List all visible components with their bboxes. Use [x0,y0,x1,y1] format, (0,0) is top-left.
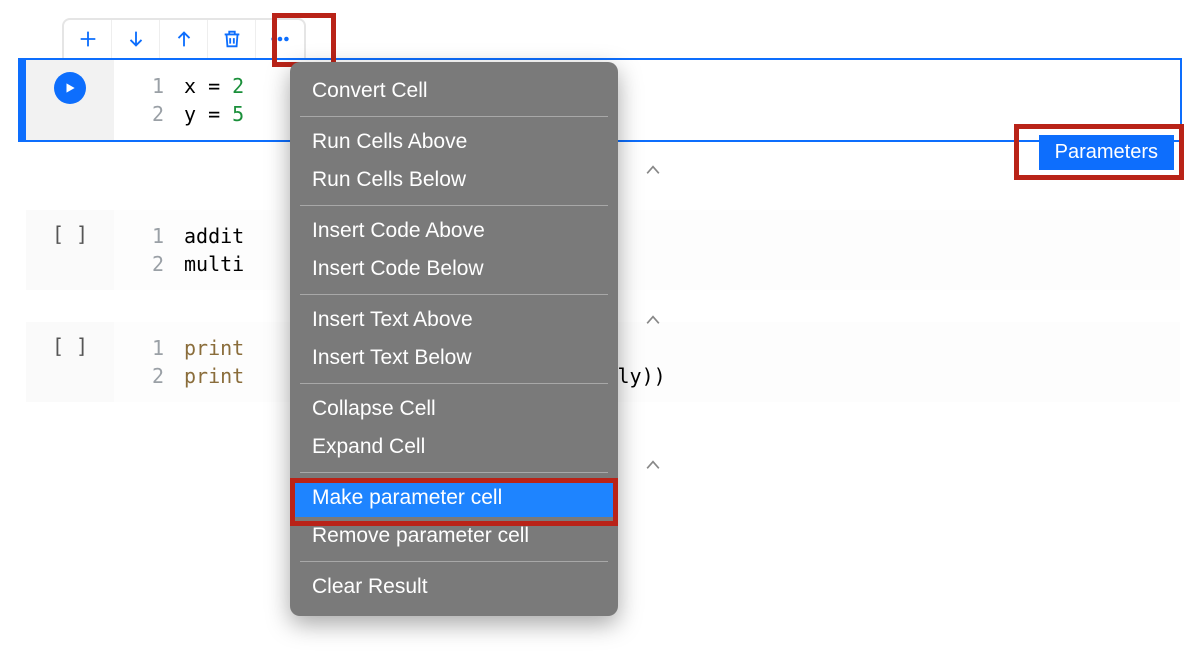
move-up-button[interactable] [160,20,208,58]
menu-item-insert-code-below[interactable]: Insert Code Below [290,250,618,288]
menu-item-insert-code-above[interactable]: Insert Code Above [290,212,618,250]
cell-toolbar [62,18,306,58]
line-number: 2 [114,100,164,128]
menu-item-convert-cell[interactable]: Convert Cell [290,72,618,110]
chevron-up-icon[interactable] [638,455,668,475]
menu-item-make-parameter-cell[interactable]: Make parameter cell [290,479,618,517]
line-number-gutter: 1 2 [114,322,164,402]
line-number: 2 [114,250,164,278]
menu-separator [300,116,608,117]
parameters-badge: Parameters [1039,135,1174,170]
cell-gutter: [ ] [26,322,114,402]
more-actions-button[interactable] [256,20,304,58]
menu-item-run-above[interactable]: Run Cells Above [290,123,618,161]
arrow-up-icon [173,28,195,50]
cell-gutter: [ ] [26,210,114,290]
menu-item-remove-parameter-cell[interactable]: Remove parameter cell [290,517,618,555]
menu-separator [300,383,608,384]
chevron-up-icon[interactable] [638,160,668,180]
delete-cell-button[interactable] [208,20,256,58]
cell-gutter [26,60,114,140]
menu-item-expand-cell[interactable]: Expand Cell [290,428,618,466]
menu-item-insert-text-above[interactable]: Insert Text Above [290,301,618,339]
menu-separator [300,472,608,473]
menu-separator [300,561,608,562]
execution-bracket: [ ] [52,334,88,358]
line-number-gutter: 1 2 [114,60,164,140]
trash-icon [221,28,243,50]
ellipsis-icon [267,28,293,50]
plus-icon [77,28,99,50]
cell-context-menu: Convert Cell Run Cells Above Run Cells B… [290,62,618,616]
chevron-up-icon[interactable] [638,310,668,330]
menu-item-run-below[interactable]: Run Cells Below [290,161,618,199]
menu-item-clear-result[interactable]: Clear Result [290,568,618,606]
play-icon [63,81,77,95]
line-number: 1 [114,222,164,250]
add-cell-button[interactable] [64,20,112,58]
execution-bracket: [ ] [52,222,88,246]
menu-item-insert-text-below[interactable]: Insert Text Below [290,339,618,377]
run-cell-button[interactable] [54,72,86,104]
menu-separator [300,294,608,295]
line-number: 2 [114,362,164,390]
line-number-gutter: 1 2 [114,210,164,290]
line-number: 1 [114,334,164,362]
move-down-button[interactable] [112,20,160,58]
menu-separator [300,205,608,206]
line-number: 1 [114,72,164,100]
arrow-down-icon [125,28,147,50]
menu-item-collapse-cell[interactable]: Collapse Cell [290,390,618,428]
